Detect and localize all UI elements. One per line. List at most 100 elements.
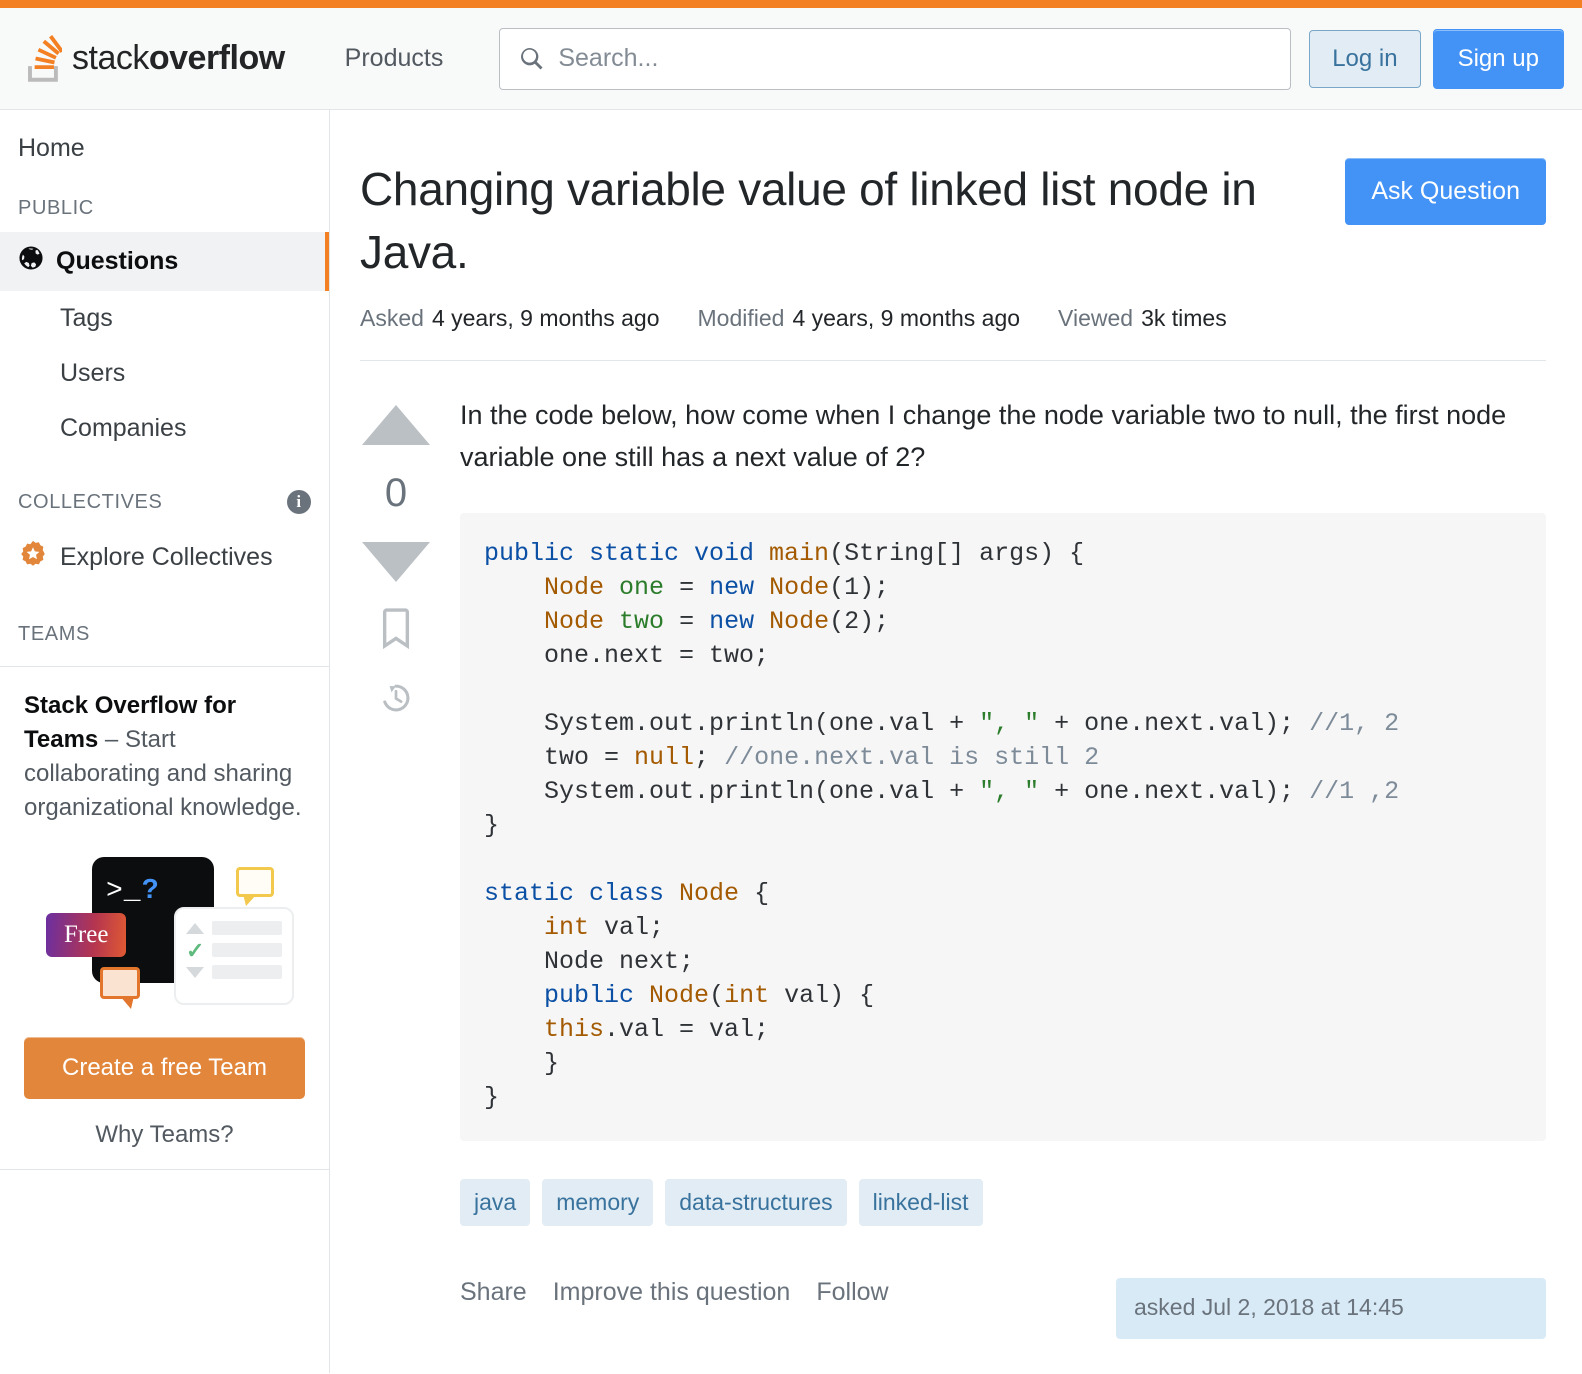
code-token: (String[] args) { — [829, 538, 1085, 568]
code-token: ", " — [979, 708, 1040, 738]
question-tags: java memory data-structures linked-list — [460, 1178, 1546, 1226]
code-token: Node — [649, 980, 710, 1010]
viewed-meta: Viewed 3k times — [1058, 305, 1227, 332]
sidebar-item-questions-label: Questions — [56, 247, 179, 275]
search-field-wrapper[interactable]: Search... — [499, 27, 1292, 90]
code-token: Node — [769, 572, 830, 602]
tag-linked-list[interactable]: linked-list — [858, 1178, 983, 1226]
asked-user-card: asked Jul 2, 2018 at 14:45 — [1116, 1277, 1546, 1339]
why-teams-link[interactable]: Why Teams? — [24, 1099, 305, 1149]
code-token: ", " — [979, 776, 1040, 806]
arrow-down-icon[interactable] — [362, 542, 430, 583]
code-token: public — [544, 980, 635, 1010]
question-mark-glyph: ? — [141, 873, 160, 905]
check-icon: ✓ — [186, 937, 205, 963]
illustration-row — [186, 921, 282, 936]
tag-java[interactable]: java — [460, 1178, 531, 1226]
question-content: In the code below, how come when I chang… — [460, 395, 1546, 1339]
tag-data-structures[interactable]: data-structures — [665, 1178, 847, 1226]
logo-text-bold: overflow — [148, 39, 285, 77]
code-token: two — [619, 606, 665, 636]
code-token: new — [709, 606, 755, 636]
vote-score: 0 — [384, 471, 408, 516]
code-token: this — [544, 1014, 605, 1044]
modified-value: 4 years, 9 months ago — [792, 305, 1021, 332]
sidebar-item-questions[interactable]: Questions — [0, 232, 329, 291]
sidebar-item-users[interactable]: Users — [0, 346, 329, 401]
code-token: Node next; — [484, 946, 695, 976]
page-title: Changing variable value of linked list n… — [360, 163, 1257, 278]
code-token: val) { — [769, 980, 875, 1010]
teams-promo-copy: Stack Overflow for Teams – Start collabo… — [24, 689, 305, 825]
collectives-star-icon — [18, 539, 48, 576]
sidebar-item-explore-collectives[interactable]: Explore Collectives — [0, 526, 329, 589]
illustration-row: ✓ — [186, 937, 282, 963]
sign-up-button[interactable]: Sign up — [1432, 28, 1564, 89]
code-token: Node — [544, 572, 605, 602]
asked-label: Asked — [360, 305, 424, 332]
sidebar-item-home[interactable]: Home — [0, 122, 85, 174]
code-token: //one.next.val is still 2 — [724, 742, 1100, 772]
code-token: Node — [769, 606, 830, 636]
code-token: { — [739, 878, 770, 908]
code-token: .val = val; — [604, 1014, 770, 1044]
sidebar-section-collectives-label: COLLECTIVES — [18, 490, 163, 513]
modified-meta: Modified 4 years, 9 months ago — [698, 305, 1021, 332]
sidebar-item-companies-label: Companies — [60, 414, 187, 442]
code-token: two = — [484, 742, 635, 772]
sidebar-item-explore-collectives-label: Explore Collectives — [60, 543, 273, 571]
logo-text: stackoverflow — [72, 39, 285, 78]
code-token: Node — [544, 606, 605, 636]
tag-memory[interactable]: memory — [542, 1178, 654, 1226]
code-token: val; — [589, 912, 665, 942]
code-token: null — [634, 742, 695, 772]
illustration-row — [186, 965, 282, 980]
question-header: Changing variable value of linked list n… — [360, 158, 1546, 283]
viewed-label: Viewed — [1058, 305, 1134, 332]
sidebar-item-companies[interactable]: Companies — [0, 401, 329, 456]
code-token: new — [709, 572, 755, 602]
history-icon[interactable] — [379, 681, 413, 720]
search-input[interactable]: Search... — [499, 27, 1292, 90]
bookmark-icon[interactable] — [379, 608, 413, 655]
create-a-free-team-button[interactable]: Create a free Team — [24, 1037, 305, 1100]
log-in-button[interactable]: Log in — [1309, 29, 1421, 88]
asked-timestamp: asked Jul 2, 2018 at 14:45 — [1134, 1293, 1404, 1320]
share-link[interactable]: Share — [460, 1278, 527, 1307]
code-token: //1, 2 — [1309, 708, 1400, 738]
page-container: Home PUBLIC Questions Tags Users Compani… — [0, 110, 1582, 1373]
sidebar-item-tags[interactable]: Tags — [0, 291, 329, 346]
code-token: int — [724, 980, 770, 1010]
improve-question-link[interactable]: Improve this question — [553, 1278, 791, 1307]
code-token: System.out.println(one.val + — [484, 776, 980, 806]
speech-bubble-orange-icon — [100, 967, 140, 1010]
arrow-up-icon — [186, 922, 204, 934]
globe-icon — [18, 245, 44, 278]
code-token: static class — [484, 878, 680, 908]
info-icon[interactable]: i — [287, 490, 311, 514]
question-footer: Share Improve this question Follow asked… — [460, 1277, 1546, 1339]
stack-overflow-logo-icon — [20, 34, 64, 83]
products-nav-link[interactable]: Products — [331, 34, 458, 83]
code-token: ( — [709, 980, 725, 1010]
ask-question-button[interactable]: Ask Question — [1345, 158, 1546, 225]
question-paragraph: In the code below, how come when I chang… — [460, 400, 1507, 472]
viewed-value: 3k times — [1141, 305, 1227, 332]
placeholder-bar — [212, 943, 282, 958]
follow-link[interactable]: Follow — [816, 1278, 888, 1307]
terminal-prompt-glyph: >_ — [106, 876, 142, 908]
code-token: one — [619, 572, 665, 602]
stack-overflow-logo-link[interactable]: stackoverflow — [14, 23, 291, 95]
arrow-up-icon[interactable] — [362, 405, 430, 446]
logo-text-light: stack — [72, 39, 149, 77]
code-token: } — [484, 810, 500, 840]
code-token: = — [664, 572, 710, 602]
